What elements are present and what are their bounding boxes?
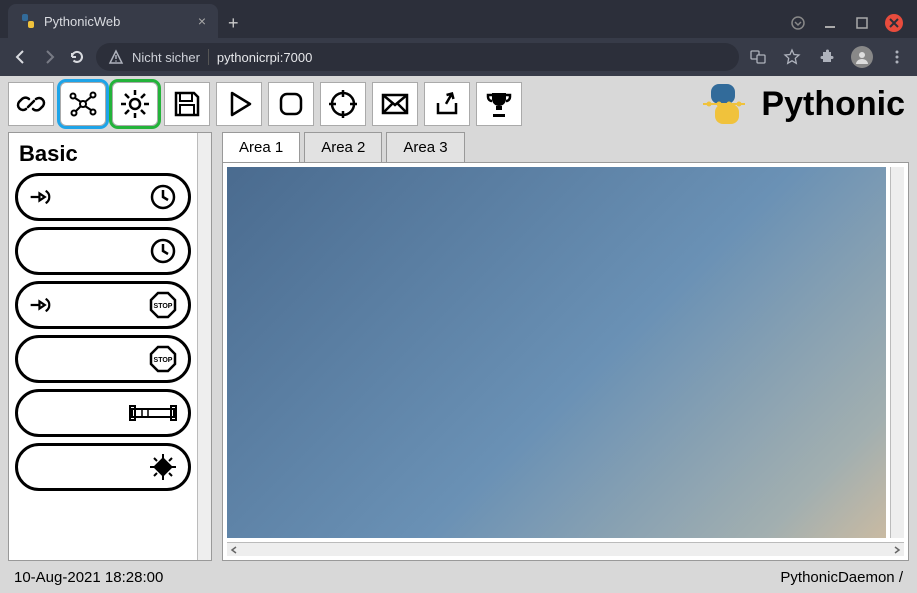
clock-icon — [148, 182, 178, 212]
stop-octagon-icon: STOP — [148, 344, 178, 374]
clock-icon — [148, 236, 178, 266]
extension-icon[interactable] — [817, 48, 835, 66]
pointer-icon — [28, 182, 58, 212]
stop-octagon-icon: STOP — [148, 290, 178, 320]
chevron-down-icon[interactable] — [789, 14, 807, 32]
stop-button[interactable] — [268, 82, 314, 126]
status-daemon: PythonicDaemon / — [780, 569, 903, 586]
new-tab-button[interactable]: + — [218, 9, 249, 38]
block-pointer-stop[interactable]: STOP — [15, 281, 191, 329]
trophy-button[interactable] — [476, 82, 522, 126]
maximize-icon[interactable] — [853, 14, 871, 32]
brand-logo: Pythonic — [697, 80, 909, 128]
main-area: Area 1 Area 2 Area 3 — [222, 132, 909, 561]
link-button[interactable] — [8, 82, 54, 126]
avatar-icon[interactable] — [851, 46, 873, 68]
status-timestamp: 10-Aug-2021 18:28:00 — [14, 569, 163, 586]
security-label: Nicht sicher — [132, 50, 200, 65]
canvas[interactable] — [227, 167, 886, 538]
pythonic-icon — [697, 80, 753, 128]
sidebar-scrollbar[interactable] — [197, 133, 211, 560]
settings-button[interactable] — [112, 82, 158, 126]
canvas-container — [222, 162, 909, 561]
address-bar[interactable]: Nicht sicher pythonicrpi:7000 — [96, 43, 739, 71]
browser-toolbar: Nicht sicher pythonicrpi:7000 — [0, 38, 917, 76]
svg-text:STOP: STOP — [154, 303, 173, 310]
tab-area-1[interactable]: Area 1 — [222, 132, 300, 162]
chip-icon — [148, 452, 178, 482]
block-pipe[interactable] — [15, 389, 191, 437]
window-close-icon[interactable] — [885, 14, 903, 32]
sidebar-items: STOP STOP — [15, 173, 191, 554]
pipe-icon — [128, 398, 178, 428]
statusbar: 10-Aug-2021 18:28:00 PythonicDaemon / — [8, 561, 909, 589]
app-toolbar: Pythonic — [8, 82, 909, 132]
browser-tab[interactable]: PythonicWeb × — [8, 4, 218, 38]
browser-titlebar: PythonicWeb × + — [0, 0, 917, 38]
favicon-icon — [20, 13, 36, 29]
sidebar: Basic STOP — [9, 133, 197, 560]
block-chip[interactable] — [15, 443, 191, 491]
play-button[interactable] — [216, 82, 262, 126]
target-button[interactable] — [320, 82, 366, 126]
mail-button[interactable] — [372, 82, 418, 126]
star-icon[interactable] — [783, 48, 801, 66]
reload-icon[interactable] — [68, 48, 86, 66]
tab-area-2[interactable]: Area 2 — [304, 132, 382, 162]
graph-button[interactable] — [60, 82, 106, 126]
nav-forward-icon[interactable] — [40, 48, 58, 66]
minimize-icon[interactable] — [821, 14, 839, 32]
tab-area-3[interactable]: Area 3 — [386, 132, 464, 162]
app-window: Pythonic Basic — [0, 76, 917, 593]
tab-close-icon[interactable]: × — [198, 13, 206, 29]
tab-title: PythonicWeb — [44, 14, 120, 29]
block-pointer-clock[interactable] — [15, 173, 191, 221]
url-text: pythonicrpi:7000 — [217, 50, 312, 65]
svg-text:STOP: STOP — [154, 357, 173, 364]
not-secure-icon — [108, 49, 124, 65]
brand-name: Pythonic — [761, 85, 905, 124]
export-button[interactable] — [424, 82, 470, 126]
save-button[interactable] — [164, 82, 210, 126]
tabs: Area 1 Area 2 Area 3 — [222, 132, 909, 162]
block-stop[interactable]: STOP — [15, 335, 191, 383]
block-clock[interactable] — [15, 227, 191, 275]
divider — [208, 49, 209, 65]
menu-icon[interactable] — [889, 49, 905, 65]
canvas-scrollbar-vertical[interactable] — [890, 167, 904, 538]
nav-back-icon[interactable] — [12, 48, 30, 66]
sidebar-title: Basic — [15, 139, 191, 173]
translate-icon[interactable] — [749, 48, 767, 66]
canvas-scrollbar-horizontal[interactable] — [227, 542, 904, 556]
pointer-icon — [28, 290, 58, 320]
